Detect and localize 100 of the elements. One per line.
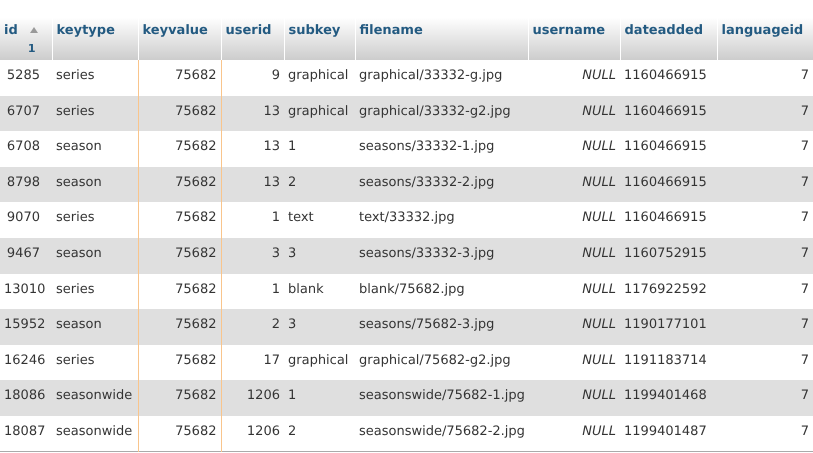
table-cell: series — [52, 60, 138, 96]
sort-order-number: 1 — [28, 42, 36, 54]
table-cell: graphical — [284, 96, 355, 132]
column-header[interactable]: userid — [221, 17, 284, 60]
column-header[interactable]: username — [528, 17, 620, 60]
table-cell: season — [52, 309, 138, 345]
table-cell: 6708 — [0, 131, 52, 167]
table-cell: 7 — [717, 60, 813, 96]
table-cell: 3 — [284, 309, 355, 345]
table-cell: 1190177101 — [620, 309, 717, 345]
table-cell: season — [52, 131, 138, 167]
table-cell: NULL — [528, 202, 620, 238]
table-cell: 18087 — [0, 416, 52, 452]
table-cell: 1206 — [221, 380, 284, 416]
table-cell: graphical/33332-g2.jpg — [355, 96, 528, 132]
table-cell: NULL — [528, 166, 620, 202]
table-cell: series — [52, 96, 138, 132]
table-cell: 8798 — [0, 166, 52, 202]
table-cell: 3 — [221, 238, 284, 274]
table-cell: 1160466915 — [620, 202, 717, 238]
table-cell: 9467 — [0, 238, 52, 274]
table-cell: 9 — [221, 60, 284, 96]
table-cell: 1160466915 — [620, 96, 717, 132]
table-cell: NULL — [528, 96, 620, 132]
column-header[interactable]: filename — [355, 17, 528, 60]
table-cell: 7 — [717, 96, 813, 132]
column-header[interactable]: dateadded — [620, 17, 717, 60]
table-cell: 1199401487 — [620, 416, 717, 452]
table-cell: 16246 — [0, 344, 52, 380]
table-cell: NULL — [528, 309, 620, 345]
table-cell: 5285 — [0, 60, 52, 96]
table-cell: blank — [284, 274, 355, 310]
table-cell: 15952 — [0, 309, 52, 345]
table-cell: 1 — [221, 274, 284, 310]
sort-ascending-icon[interactable] — [30, 27, 38, 33]
table-cell: 7 — [717, 380, 813, 416]
table-cell: 13 — [221, 166, 284, 202]
table-cell: graphical/33332-g.jpg — [355, 60, 528, 96]
table-cell: 1 — [284, 380, 355, 416]
table-cell: blank/75682.jpg — [355, 274, 528, 310]
table-cell: 6707 — [0, 96, 52, 132]
table-cell: 75682 — [138, 416, 221, 452]
table-cell: seasons/33332-3.jpg — [355, 238, 528, 274]
table-cell: 7 — [717, 202, 813, 238]
table-cell: 7 — [717, 416, 813, 452]
table-cell: 1176922592 — [620, 274, 717, 310]
table-cell: 1199401468 — [620, 380, 717, 416]
table-cell: 1191183714 — [620, 344, 717, 380]
table-cell: 13 — [221, 131, 284, 167]
table-cell: 7 — [717, 309, 813, 345]
table-cell: 2 — [221, 309, 284, 345]
table-cell: 1160466915 — [620, 131, 717, 167]
table-cell: NULL — [528, 238, 620, 274]
table-cell: 1 — [221, 202, 284, 238]
table-cell: seasonwide — [52, 380, 138, 416]
table-cell: 18086 — [0, 380, 52, 416]
table-cell: graphical — [284, 60, 355, 96]
table-cell: 7 — [717, 344, 813, 380]
table-cell: 1160466915 — [620, 60, 717, 96]
table-cell: 1160752915 — [620, 238, 717, 274]
table-cell: 1 — [284, 131, 355, 167]
column-header[interactable]: keyvalue — [138, 17, 221, 60]
table-cell: graphical/75682-g2.jpg — [355, 344, 528, 380]
table-cell: 3 — [284, 238, 355, 274]
table-cell: NULL — [528, 131, 620, 167]
table-cell: seasonwide — [52, 416, 138, 452]
table-cell: NULL — [528, 380, 620, 416]
table-cell: NULL — [528, 344, 620, 380]
table-cell: seasonswide/75682-1.jpg — [355, 380, 528, 416]
table-cell: 13010 — [0, 274, 52, 310]
table-cell: 2 — [284, 166, 355, 202]
column-header[interactable]: languageid — [717, 17, 813, 60]
table-cell: seasons/75682-3.jpg — [355, 309, 528, 345]
table-cell: series — [52, 344, 138, 380]
table-cell: 1206 — [221, 416, 284, 452]
column-header[interactable]: id 1 — [0, 17, 52, 60]
table-cell: text — [284, 202, 355, 238]
table-cell: NULL — [528, 416, 620, 452]
table-cell: seasons/33332-2.jpg — [355, 166, 528, 202]
table-cell: text/33332.jpg — [355, 202, 528, 238]
table-cell: 9070 — [0, 202, 52, 238]
table-cell: series — [52, 274, 138, 310]
table-cell: NULL — [528, 60, 620, 96]
table-cell: 7 — [717, 131, 813, 167]
table-cell: series — [52, 202, 138, 238]
table-cell: seasonswide/75682-2.jpg — [355, 416, 528, 452]
table-cell: 7 — [717, 274, 813, 310]
table-cell: graphical — [284, 344, 355, 380]
table-cell: 13 — [221, 96, 284, 132]
table-cell: seasons/33332-1.jpg — [355, 131, 528, 167]
column-header[interactable]: subkey — [284, 17, 355, 60]
table-cell: 7 — [717, 166, 813, 202]
table-cell: 17 — [221, 344, 284, 380]
table-cell: season — [52, 166, 138, 202]
table-cell: 2 — [284, 416, 355, 452]
table-cell: season — [52, 238, 138, 274]
table-cell: NULL — [528, 274, 620, 310]
table-cell: 1160466915 — [620, 166, 717, 202]
table-cell: 7 — [717, 238, 813, 274]
column-header[interactable]: keytype — [52, 17, 138, 60]
